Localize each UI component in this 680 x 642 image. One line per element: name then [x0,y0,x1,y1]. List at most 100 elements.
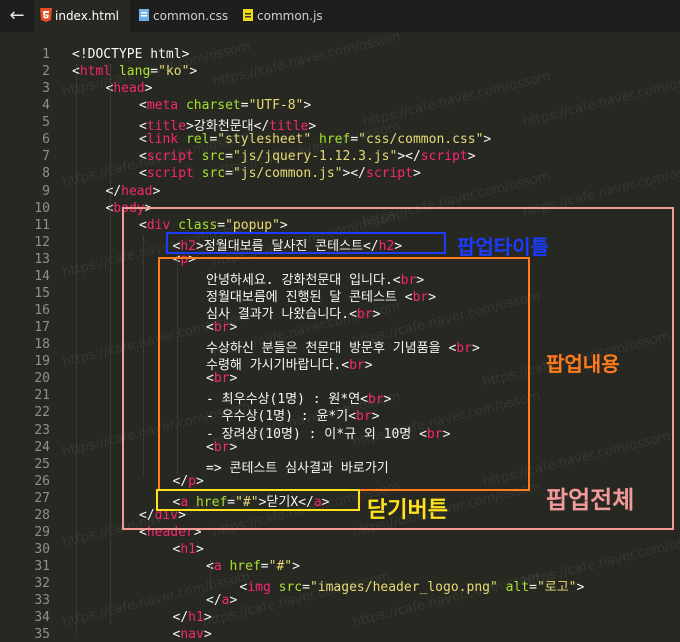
code-token: alt [505,580,530,596]
back-arrow-icon[interactable]: ← [0,0,34,32]
tab-label: common.css [153,9,229,23]
code-token: "stylesheet" [217,132,312,148]
code-token: href [319,132,351,148]
line-number: 14 [34,268,50,284]
html5-icon [40,8,52,22]
code-token: = [260,559,269,575]
code-line[interactable]: <script src="js/common.js"></script> [139,166,421,181]
line-number: 7 [42,149,50,165]
tab-common-js[interactable]: common.js [236,0,330,32]
code-token: = [240,98,249,114]
code-token: h1 [188,610,204,626]
code-token: ></ [397,149,421,165]
line-number: 30 [34,542,50,558]
code-token: head [113,81,145,97]
code-token: > [152,183,161,199]
code-token: img [247,580,271,596]
line-number: 29 [34,524,50,540]
code-token: < [139,132,147,148]
line-number: 5 [42,115,50,131]
code-line[interactable]: <h1> [173,542,204,557]
tab-common-css[interactable]: common.css [132,0,232,32]
code-token: script [146,166,194,182]
line-number: 4 [42,98,50,114]
code-token: < [139,166,147,182]
code-token: > [303,98,312,114]
indent-guide [109,64,111,624]
line-number: 17 [34,320,50,336]
tab-label: index.html [55,9,119,23]
code-line[interactable]: <img src="images/header_logo.png" alt="로… [240,576,585,595]
css-file-icon [139,9,149,21]
line-number: 34 [34,610,50,626]
code-token: charset [185,98,241,114]
code-token: "js/common.js" [232,166,343,182]
code-token: a [213,559,222,575]
code-line[interactable]: </h1> [173,610,212,625]
code-line[interactable]: <!DOCTYPE html> [72,47,189,62]
code-token: = [529,580,537,596]
code-token: < [139,149,147,165]
line-number: 26 [34,473,50,489]
line-number: 21 [34,388,50,404]
line-number: 31 [34,559,50,575]
code-token: rel [185,132,210,148]
line-number: 33 [34,593,50,609]
code-token: > [229,593,238,609]
line-number: 25 [34,456,50,472]
code-token: > [467,149,476,165]
line-number: 11 [34,217,50,233]
line-number: 28 [34,507,50,523]
code-token: ></ [342,166,366,182]
line-number: 19 [34,354,50,370]
code-editor[interactable]: 1 2 3 4 5 6 7 8 9 10 11 12 13 14 15 16 17 18 19 20 21 22 23 24 2… [0,29,680,642]
code-token: h1 [180,542,196,558]
code-token: = [302,580,310,596]
code-token: script [420,149,468,165]
tab-label: common.js [257,9,323,23]
code-token: </ [206,593,222,609]
line-number: 8 [42,166,50,182]
indent-guide [210,560,211,591]
code-token: > [292,559,300,575]
line-number-gutter: 1 2 3 4 5 6 7 8 9 10 11 12 13 14 15 16 17 18 19 20 21 22 23 24 2… [0,32,56,642]
line-number: 20 [34,371,50,387]
code-token: "UTF-8" [248,98,304,114]
code-token: "images/header_logo.png" [309,580,498,596]
tab-bar: ← index.html common.css common.js [0,0,680,32]
code-line[interactable]: <script src="js/jquery-1.12.3.js"></scri… [139,149,476,164]
tab-index-html[interactable]: index.html [34,0,130,32]
close-button-annotation: 닫기버튼 [367,498,448,523]
line-number: 2 [42,64,50,80]
popup-title-annotation: 팝업타이틀 [457,235,549,259]
code-token: "css/common.css" [358,132,484,148]
code-token: script [146,149,194,165]
code-token: = [225,166,233,182]
code-line[interactable]: </head> [106,184,161,199]
code-token: href [229,559,261,575]
close-button-box [156,489,360,511]
js-file-icon [243,9,253,21]
line-number: 6 [42,132,50,148]
code-line[interactable]: <link rel="stylesheet" href="css/common.… [139,132,491,147]
code-line[interactable]: <a href="#"> [206,559,300,574]
line-number: 18 [34,337,50,353]
line-number: 23 [34,422,50,438]
code-token: = [150,64,159,80]
line-number: 10 [34,200,50,216]
code-line[interactable]: </a> [206,593,237,608]
code-line[interactable]: <html lang="ko"> [72,64,197,79]
code-token: > [576,580,585,596]
line-number: 3 [42,81,50,97]
code-token: script [366,166,413,182]
code-token: link [146,132,179,148]
code-token: </ [105,183,122,199]
code-line[interactable]: <head> [106,81,153,96]
code-token: head [121,183,153,199]
code-token: html [79,64,112,80]
code-token: </ [172,610,189,626]
code-line[interactable]: <meta charset="UTF-8"> [139,98,311,113]
